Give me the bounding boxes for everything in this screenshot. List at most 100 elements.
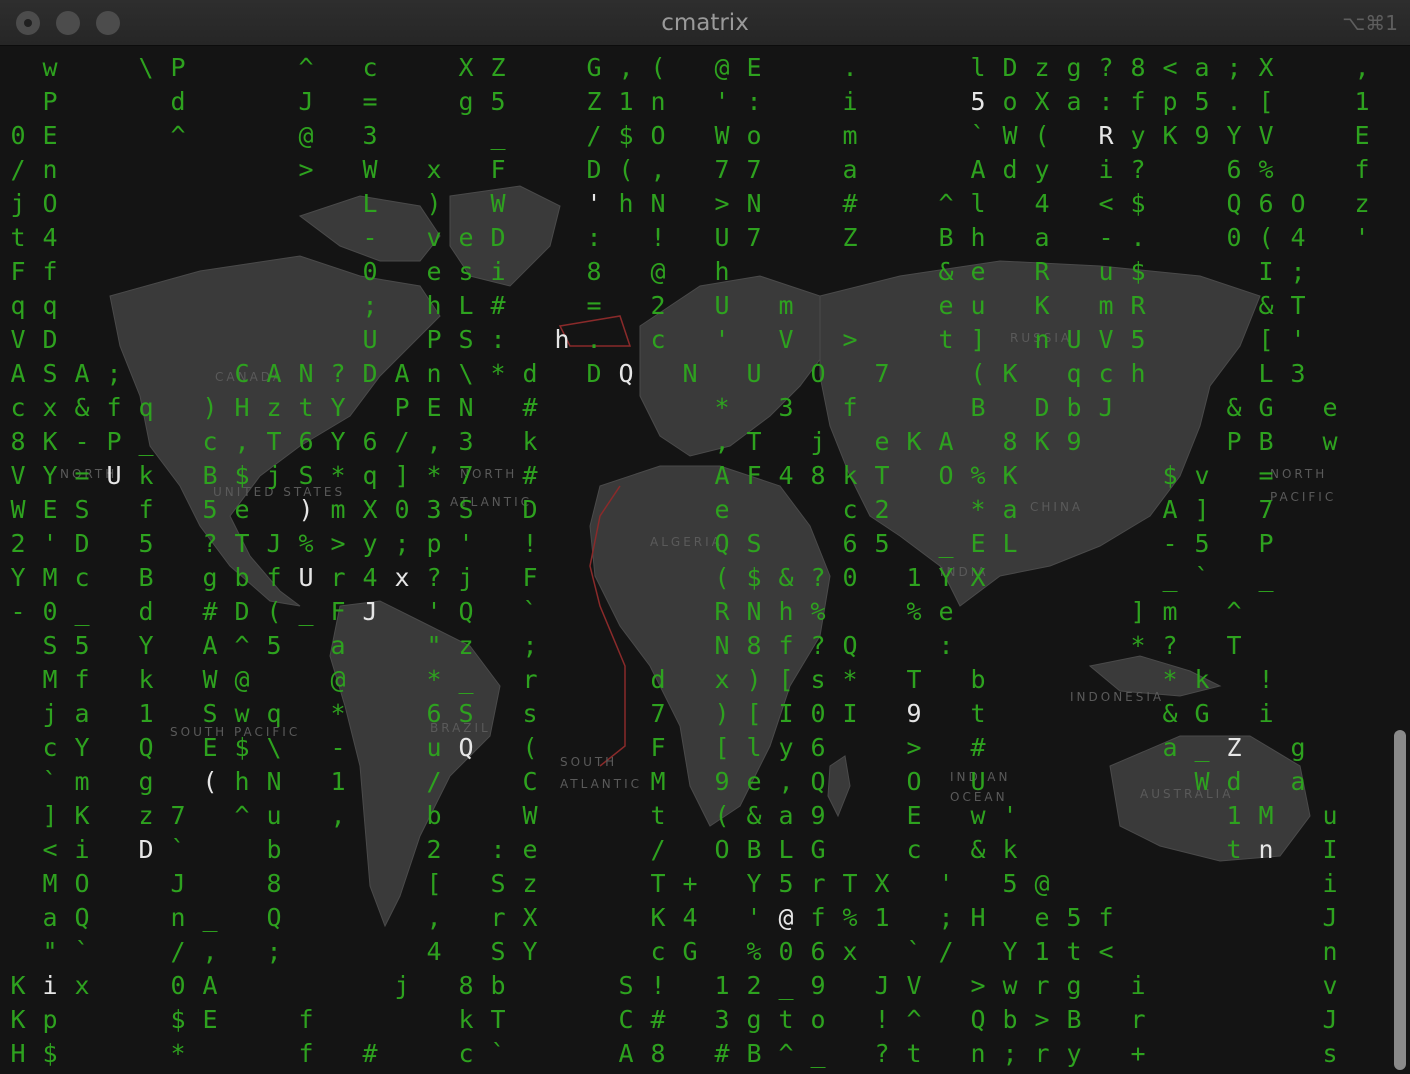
matrix-char: H bbox=[234, 393, 250, 422]
matrix-char: j bbox=[810, 427, 826, 456]
matrix-char: g bbox=[458, 87, 474, 116]
matrix-char: S bbox=[490, 869, 506, 898]
matrix-char: 2 bbox=[874, 495, 890, 524]
matrix-char: " bbox=[426, 631, 442, 660]
matrix-char: [ bbox=[778, 665, 794, 694]
matrix-char: M bbox=[1258, 801, 1274, 830]
matrix-char: ( bbox=[714, 801, 730, 830]
matrix-char: $ bbox=[618, 121, 634, 150]
matrix-char: Q bbox=[842, 631, 858, 660]
matrix-char: Z bbox=[1226, 733, 1242, 762]
matrix-char: R bbox=[1098, 121, 1114, 150]
matrix-char: O bbox=[42, 189, 58, 218]
matrix-char: i bbox=[490, 257, 506, 286]
matrix-char: f bbox=[106, 393, 122, 422]
matrix-char: - bbox=[74, 427, 90, 456]
matrix-char: > bbox=[970, 971, 986, 1000]
matrix-char: * bbox=[330, 699, 346, 728]
vertical-scrollbar[interactable] bbox=[1394, 730, 1406, 1070]
matrix-char: T bbox=[234, 529, 250, 558]
matrix-char: ) bbox=[746, 665, 762, 694]
matrix-char: 6 bbox=[842, 529, 858, 558]
matrix-char: V bbox=[906, 971, 922, 1000]
matrix-char: = bbox=[1258, 461, 1274, 490]
matrix-char: h bbox=[234, 767, 250, 796]
matrix-char: \ bbox=[138, 53, 154, 82]
matrix-char: N bbox=[458, 393, 474, 422]
matrix-char: Y bbox=[1226, 121, 1242, 150]
matrix-char: 3 bbox=[458, 427, 474, 456]
matrix-char: : bbox=[490, 325, 506, 354]
matrix-char: T bbox=[906, 665, 922, 694]
matrix-char: ' bbox=[1002, 801, 1018, 830]
matrix-char: ( bbox=[202, 767, 218, 796]
title-bar[interactable]: cmatrix ⌥⌘1 bbox=[0, 0, 1410, 46]
matrix-char: ` bbox=[522, 597, 538, 626]
matrix-char: 2 bbox=[746, 971, 762, 1000]
matrix-char: C bbox=[618, 1005, 634, 1034]
matrix-char: b bbox=[1002, 1005, 1018, 1034]
matrix-char: S bbox=[458, 495, 474, 524]
matrix-char: d bbox=[1002, 155, 1018, 184]
matrix-char: ^ bbox=[234, 801, 250, 830]
matrix-char: c bbox=[10, 393, 26, 422]
matrix-char: $ bbox=[1162, 461, 1178, 490]
matrix-char: H bbox=[970, 903, 986, 932]
matrix-char: q bbox=[10, 291, 26, 320]
matrix-char: ' bbox=[1354, 223, 1370, 252]
matrix-char: c bbox=[42, 733, 58, 762]
matrix-char: * bbox=[490, 359, 506, 388]
matrix-char: 3 bbox=[778, 393, 794, 422]
matrix-char: V bbox=[1098, 325, 1114, 354]
matrix-char: # bbox=[650, 1005, 666, 1034]
matrix-char: ^ bbox=[298, 53, 314, 82]
terminal-content[interactable]: CANADA UNITED STATES RUSSIA CHINA INDONE… bbox=[0, 46, 1410, 1074]
matrix-char: k bbox=[1194, 665, 1210, 694]
matrix-char: N bbox=[714, 631, 730, 660]
matrix-char: B bbox=[938, 223, 954, 252]
matrix-char: 5 bbox=[874, 529, 890, 558]
matrix-char: 0 bbox=[362, 257, 378, 286]
matrix-char: p bbox=[1162, 87, 1178, 116]
matrix-char: i bbox=[1098, 155, 1114, 184]
matrix-char: n bbox=[170, 903, 186, 932]
matrix-char: / bbox=[10, 155, 26, 184]
matrix-char: X bbox=[970, 563, 986, 592]
matrix-char: ) bbox=[426, 189, 442, 218]
matrix-char: c bbox=[202, 427, 218, 456]
matrix-char: L bbox=[458, 291, 474, 320]
matrix-char: Y bbox=[522, 937, 538, 966]
matrix-char: t bbox=[298, 393, 314, 422]
matrix-char: , bbox=[650, 155, 666, 184]
matrix-char: i bbox=[42, 971, 58, 1000]
matrix-char: F bbox=[650, 733, 666, 762]
matrix-char: T bbox=[490, 1005, 506, 1034]
matrix-char: 6 bbox=[362, 427, 378, 456]
matrix-char: y bbox=[1066, 1039, 1082, 1068]
matrix-char: 3 bbox=[714, 1005, 730, 1034]
matrix-char: Y bbox=[74, 733, 90, 762]
matrix-char: Y bbox=[938, 563, 954, 592]
matrix-char: Z bbox=[586, 87, 602, 116]
matrix-char: D bbox=[1034, 393, 1050, 422]
matrix-char: 6 bbox=[426, 699, 442, 728]
matrix-char: \ bbox=[266, 733, 282, 762]
matrix-char: ] bbox=[394, 461, 410, 490]
matrix-char: N bbox=[266, 767, 282, 796]
matrix-char: 5 bbox=[778, 869, 794, 898]
matrix-char: j bbox=[266, 461, 282, 490]
matrix-char: S bbox=[42, 359, 58, 388]
matrix-char: _ bbox=[74, 597, 90, 626]
matrix-char: ` bbox=[490, 1039, 506, 1068]
matrix-char: P bbox=[394, 393, 410, 422]
matrix-char: e bbox=[426, 257, 442, 286]
matrix-char: e bbox=[1034, 903, 1050, 932]
matrix-char: s bbox=[810, 665, 826, 694]
matrix-char: ? bbox=[330, 359, 346, 388]
matrix-char: v bbox=[1322, 971, 1338, 1000]
matrix-char: ' bbox=[42, 529, 58, 558]
matrix-char: v bbox=[426, 223, 442, 252]
matrix-char: f bbox=[266, 563, 282, 592]
matrix-char: p bbox=[426, 529, 442, 558]
matrix-char: 8 bbox=[1130, 53, 1146, 82]
